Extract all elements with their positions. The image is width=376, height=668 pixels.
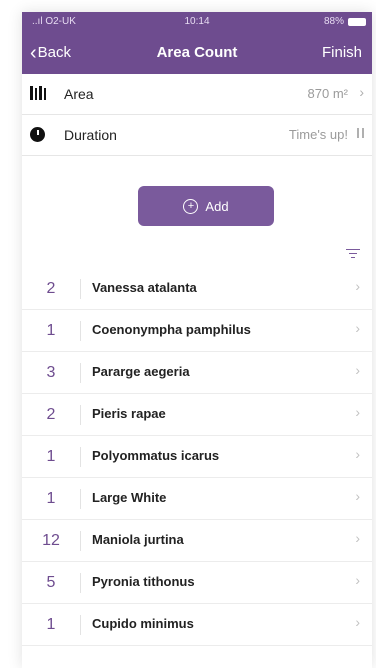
species-row[interactable]: 3 Pararge aegeria ›	[22, 352, 372, 394]
duration-label: Duration	[64, 127, 117, 143]
chevron-right-icon: ›	[355, 614, 360, 630]
plus-circle-icon: +	[183, 198, 199, 214]
area-row[interactable]: Area 870 m² ›	[22, 74, 372, 115]
sort-filter-icon[interactable]	[346, 248, 360, 258]
species-row[interactable]: 1 Polyommatus icarus ›	[22, 436, 372, 478]
chevron-right-icon: ›	[355, 278, 360, 294]
species-name: Large White	[92, 490, 167, 505]
species-name: Pieris rapae	[92, 406, 166, 421]
divider	[80, 279, 81, 299]
nav-bar: ‹Back Area Count Finish	[22, 30, 372, 74]
species-name: Coenonympha pamphilus	[92, 322, 251, 337]
finish-button[interactable]: Finish	[322, 44, 362, 61]
chevron-right-icon: ›	[355, 404, 360, 420]
duration-value: Time's up!	[288, 127, 348, 142]
species-count: 12	[42, 532, 60, 549]
species-name: Pararge aegeria	[92, 364, 190, 379]
species-count: 3	[46, 364, 56, 381]
divider	[80, 447, 81, 467]
area-label: Area	[64, 86, 94, 102]
page-title: Area Count	[156, 44, 238, 61]
divider	[80, 573, 81, 593]
duration-row: Duration Time's up!	[22, 115, 372, 156]
pause-icon[interactable]	[357, 128, 364, 138]
clock-time: 10:14	[184, 16, 210, 27]
header: ..ıl O2-UK 10:14 88% ‹Back Area Count Fi…	[22, 12, 372, 74]
species-row[interactable]: 1 Coenonympha pamphilus ›	[22, 310, 372, 352]
battery-icon	[348, 18, 366, 26]
divider	[80, 615, 81, 635]
clock-icon	[30, 127, 45, 142]
chevron-right-icon: ›	[355, 446, 360, 462]
species-name: Vanessa atalanta	[92, 280, 197, 295]
species-count: 1	[46, 322, 56, 339]
area-value: 870 m²	[307, 86, 348, 101]
species-row[interactable]: 1 Cupido minimus ›	[22, 604, 372, 646]
species-count: 5	[46, 574, 56, 591]
chevron-right-icon: ›	[359, 84, 364, 100]
divider	[80, 405, 81, 425]
species-name: Polyommatus icarus	[92, 448, 220, 463]
add-button[interactable]: + Add	[138, 186, 274, 226]
app-screen: ..ıl O2-UK 10:14 88% ‹Back Area Count Fi…	[22, 12, 372, 668]
species-row[interactable]: 1 Large White ›	[22, 478, 372, 520]
divider	[80, 531, 81, 551]
chevron-right-icon: ›	[355, 362, 360, 378]
area-bars-icon	[30, 86, 46, 102]
species-count: 1	[46, 448, 56, 465]
divider	[80, 363, 81, 383]
species-row[interactable]: 2 Vanessa atalanta ›	[22, 268, 372, 310]
species-name: Cupido minimus	[92, 616, 194, 631]
status-bar: ..ıl O2-UK 10:14 88%	[22, 12, 372, 30]
species-row[interactable]: 5 Pyronia tithonus ›	[22, 562, 372, 604]
add-label: Add	[205, 198, 229, 214]
battery-percent: 88%	[323, 16, 344, 27]
chevron-right-icon: ›	[355, 488, 360, 504]
species-count: 2	[46, 280, 56, 297]
species-count: 2	[46, 406, 56, 423]
species-count: 1	[46, 616, 56, 633]
chevron-right-icon: ›	[355, 572, 360, 588]
species-count: 1	[46, 490, 56, 507]
species-name: Maniola jurtina	[92, 532, 184, 547]
divider	[80, 489, 81, 509]
divider	[80, 321, 81, 341]
species-list: 2 Vanessa atalanta › 1 Coenonympha pamphilus…	[22, 268, 372, 646]
chevron-right-icon: ›	[355, 320, 360, 336]
species-row[interactable]: 12 Maniola jurtina ›	[22, 520, 372, 562]
species-row[interactable]: 2 Pieris rapae ›	[22, 394, 372, 436]
species-name: Pyronia tithonus	[92, 574, 195, 589]
chevron-right-icon: ›	[355, 530, 360, 546]
